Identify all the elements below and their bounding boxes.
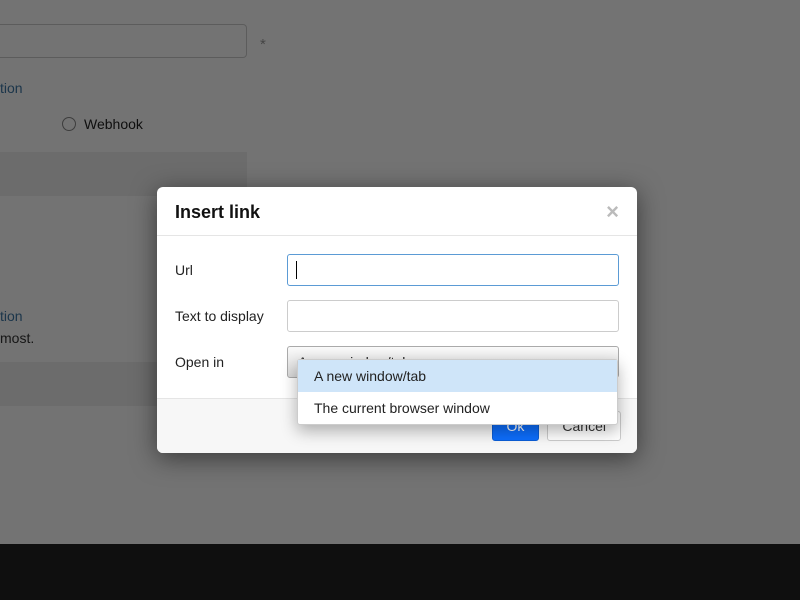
label-text: Text to display [175, 308, 287, 324]
modal-header: Insert link × [157, 187, 637, 236]
text-to-display-input[interactable] [287, 300, 619, 332]
open-in-option-current-window[interactable]: The current browser window [298, 392, 617, 424]
url-input[interactable] [287, 254, 619, 286]
row-url: Url [175, 254, 619, 286]
close-icon[interactable]: × [606, 201, 619, 223]
row-text: Text to display [175, 300, 619, 332]
label-open-in: Open in [175, 354, 287, 370]
label-url: Url [175, 262, 287, 278]
modal-title: Insert link [175, 202, 260, 223]
text-caret [296, 261, 297, 279]
open-in-dropdown: A new window/tab The current browser win… [297, 359, 618, 425]
open-in-option-new-window[interactable]: A new window/tab [298, 360, 617, 392]
